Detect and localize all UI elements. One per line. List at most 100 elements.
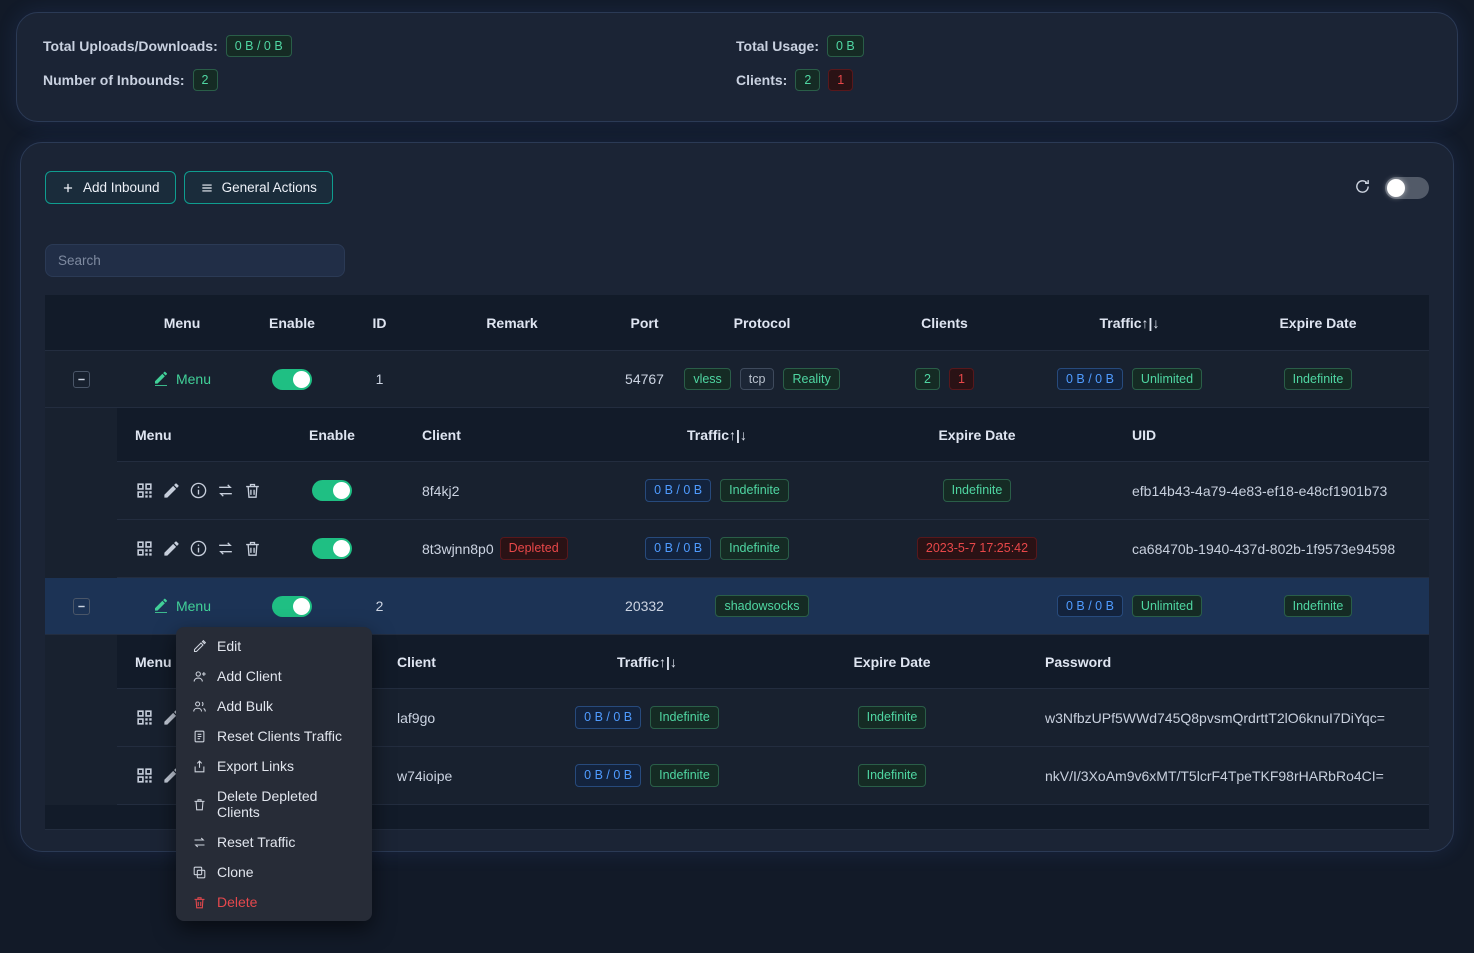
pencil-icon [192, 639, 207, 654]
client-info-button[interactable] [189, 481, 208, 500]
protocol-tag: shadowsocks [715, 595, 808, 618]
toggle-knob [293, 371, 310, 388]
pencil-icon [162, 481, 181, 500]
client-enable-toggle[interactable] [312, 538, 352, 559]
context-menu-item-clone[interactable]: Clone [176, 857, 372, 887]
inbound-1-id: 1 [337, 371, 422, 387]
traffic-tag: 0 B / 0 B [575, 706, 641, 729]
stat-uploads-downloads: Total Uploads/Downloads: 0 B / 0 B [43, 35, 736, 58]
inbound-2-enable-toggle[interactable] [272, 596, 312, 617]
expire-tag: Indefinite [1284, 368, 1353, 391]
col-header-menu: Menu [117, 427, 277, 443]
context-menu-item-edit[interactable]: Edit [176, 631, 372, 661]
client-qr-button[interactable] [135, 539, 154, 558]
client-delete-button[interactable] [243, 539, 262, 558]
context-menu-item-delete-depleted-clients[interactable]: Delete Depleted Clients [176, 781, 372, 827]
inbound-2-menu-label: Menu [176, 598, 211, 614]
client-edit-button[interactable] [162, 481, 181, 500]
client-uid: ca68470b-1940-437d-802b-1f9573e94598 [1122, 541, 1429, 557]
client-expire: 2023-5-7 17:25:42 [832, 537, 1122, 560]
context-menu-item-reset-clients-traffic[interactable]: Reset Clients Traffic [176, 721, 372, 751]
add-inbound-label: Add Inbound [83, 180, 160, 195]
inbound-2-traffic: 0 B / 0 B Unlimited [1052, 595, 1207, 618]
client-actions [117, 481, 277, 500]
client-qr-button[interactable] [135, 708, 154, 727]
trash-icon [192, 895, 207, 910]
qr-code-icon [135, 539, 154, 558]
stat-total-usage: Total Usage: 0 B [736, 35, 1431, 58]
stat-uploads-label: Total Uploads/Downloads: [43, 38, 218, 54]
users-icon [192, 699, 207, 714]
stat-usage-value: 0 B [827, 35, 864, 58]
col-header-client: Client [377, 654, 547, 670]
context-menu-item-export-links[interactable]: Export Links [176, 751, 372, 781]
search-input[interactable] [45, 244, 345, 277]
col-header-password: Password [1037, 654, 1429, 670]
inbound-1-menu-trigger[interactable]: Menu [117, 371, 247, 387]
client-expire: Indefinite [747, 706, 1037, 729]
traffic-tag: 0 B / 0 B [645, 537, 711, 560]
client-reset-traffic-button[interactable] [216, 481, 235, 500]
client-edit-button[interactable] [162, 539, 181, 558]
col-header-protocol: Protocol [687, 315, 837, 331]
inbound-1-protocols: vless tcp Reality [687, 368, 837, 391]
context-menu-item-add-bulk[interactable]: Add Bulk [176, 691, 372, 721]
client-reset-traffic-button[interactable] [216, 539, 235, 558]
col-header-traffic-sort[interactable]: Traffic↑|↓ [602, 427, 832, 443]
clients-depleted-tag: 1 [949, 368, 974, 391]
client-name: 8t3wjnn8p0 [422, 541, 494, 557]
context-menu-item-delete[interactable]: Delete [176, 887, 372, 917]
context-menu-item-reset-traffic[interactable]: Reset Traffic [176, 827, 372, 857]
col-header-expire: Expire Date [832, 427, 1122, 443]
trash-icon [243, 481, 262, 500]
client-row-8f4kj2: 8f4kj2 0 B / 0 B Indefinite Indefinite e… [117, 462, 1429, 520]
traffic-tag: 0 B / 0 B [1057, 595, 1123, 618]
collapse-inbound-1-button[interactable] [73, 371, 90, 388]
inbounds-panel: Add Inbound General Actions Menu Enable … [20, 142, 1454, 852]
refresh-button[interactable] [1354, 178, 1371, 198]
refresh-icon [192, 835, 207, 850]
expire-tag: Indefinite [858, 706, 927, 729]
client-traffic: 0 B / 0 B Indefinite [547, 706, 747, 729]
client-name-with-status: 8t3wjnn8p0 Depleted [387, 537, 602, 560]
col-header-client: Client [387, 427, 602, 443]
col-header-port: Port [602, 315, 687, 331]
menu-item-label: Add Client [217, 668, 282, 684]
plus-icon [61, 181, 75, 195]
general-actions-button[interactable]: General Actions [184, 171, 333, 204]
stat-uploads-value: 0 B / 0 B [226, 35, 292, 58]
client-enable-toggle[interactable] [312, 480, 352, 501]
clients-active-tag: 2 [915, 368, 940, 391]
info-circle-icon [189, 539, 208, 558]
add-inbound-button[interactable]: Add Inbound [45, 171, 176, 204]
inbound-2-menu-trigger[interactable]: Menu [117, 598, 247, 614]
client-info-button[interactable] [189, 539, 208, 558]
stat-clients-label: Clients: [736, 72, 787, 88]
inbound-1-enable-toggle[interactable] [272, 369, 312, 390]
client-expire: Indefinite [832, 479, 1122, 502]
context-menu-item-add-client[interactable]: Add Client [176, 661, 372, 691]
client-expire: Indefinite [747, 764, 1037, 787]
client-delete-button[interactable] [243, 481, 262, 500]
client-password: w3NfbzUPf5WWd745Q8pvsmQrdrttT2lO6knuI7Di… [1037, 710, 1429, 726]
inbound-1-port: 54767 [602, 371, 687, 387]
inbound-2-expire: Indefinite [1207, 595, 1429, 618]
col-header-enable: Enable [277, 427, 387, 443]
traffic-total-tag: Unlimited [1132, 368, 1202, 391]
inbound-1-clients-table: Menu Enable Client Traffic↑|↓ Expire Dat… [117, 408, 1429, 578]
client-qr-button[interactable] [135, 766, 154, 785]
col-header-traffic-sort[interactable]: Traffic↑|↓ [1052, 315, 1207, 331]
refresh-icon [1354, 178, 1371, 195]
theme-toggle[interactable] [1385, 177, 1429, 199]
col-header-remark: Remark [422, 315, 602, 331]
edit-pencil-icon [153, 371, 169, 387]
expire-tag: Indefinite [858, 764, 927, 787]
col-header-traffic-sort[interactable]: Traffic↑|↓ [547, 654, 747, 670]
menu-item-label: Delete [217, 894, 257, 910]
qr-code-icon [135, 708, 154, 727]
client-qr-button[interactable] [135, 481, 154, 500]
collapse-inbound-2-button[interactable] [73, 598, 90, 615]
expire-tag: 2023-5-7 17:25:42 [917, 537, 1037, 560]
col-header-uid: UID [1122, 427, 1429, 443]
col-header-enable: Enable [247, 315, 337, 331]
